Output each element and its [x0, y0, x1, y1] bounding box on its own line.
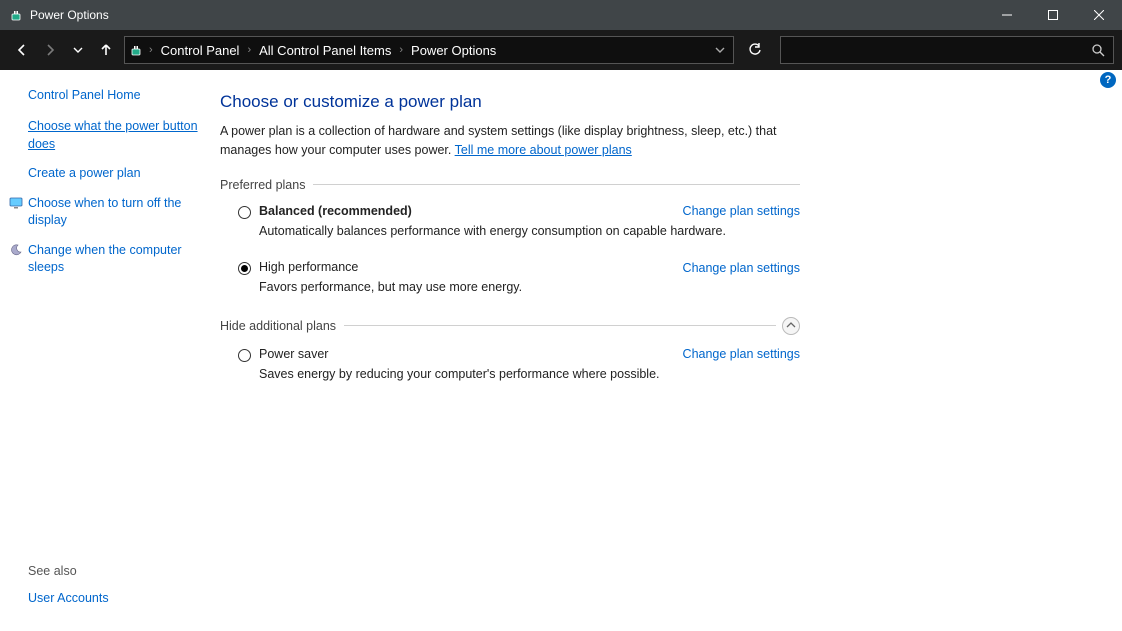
- sidebar-link-power-button[interactable]: Choose what the power button does: [28, 118, 200, 153]
- plan-description: Automatically balances performance with …: [259, 223, 800, 241]
- plan-title[interactable]: Power saver: [259, 347, 328, 361]
- sidebar-link-create-plan[interactable]: Create a power plan: [28, 165, 200, 183]
- preferred-plans-group: Preferred plans Balanced (recommended) C…: [220, 178, 800, 297]
- intro-text: A power plan is a collection of hardware…: [220, 122, 800, 160]
- chevron-down-icon[interactable]: [715, 45, 725, 55]
- breadcrumb-bar[interactable]: › Control Panel › All Control Panel Item…: [124, 36, 734, 64]
- maximize-button[interactable]: [1030, 0, 1076, 30]
- chevron-right-icon[interactable]: ›: [245, 44, 253, 56]
- sidebar-link-sleep[interactable]: Change when the computer sleeps: [28, 242, 200, 277]
- group-label[interactable]: Hide additional plans: [220, 319, 344, 333]
- control-panel-home-link[interactable]: Control Panel Home: [28, 88, 200, 102]
- power-options-icon: [125, 43, 147, 57]
- plan-high-performance: High performance Change plan settings Fa…: [220, 260, 800, 297]
- plan-power-saver: Power saver Change plan settings Saves e…: [220, 347, 800, 384]
- additional-plans-group: Hide additional plans Power saver Change…: [220, 317, 800, 384]
- radio-balanced[interactable]: [238, 206, 251, 219]
- sidebar: Control Panel Home Choose what the power…: [0, 70, 210, 631]
- forward-button[interactable]: [36, 36, 64, 64]
- learn-more-link[interactable]: Tell me more about power plans: [455, 143, 632, 157]
- chevron-right-icon[interactable]: ›: [147, 44, 155, 56]
- window-title: Power Options: [30, 8, 109, 22]
- window-titlebar: Power Options: [0, 0, 1122, 30]
- recent-dropdown-button[interactable]: [64, 36, 92, 64]
- close-button[interactable]: [1076, 0, 1122, 30]
- plan-title[interactable]: High performance: [259, 260, 358, 274]
- plan-title[interactable]: Balanced (recommended): [259, 204, 412, 218]
- change-plan-settings-link[interactable]: Change plan settings: [683, 261, 800, 275]
- collapse-toggle-button[interactable]: [782, 317, 800, 335]
- search-icon: [1091, 43, 1105, 57]
- plan-balanced: Balanced (recommended) Change plan setti…: [220, 204, 800, 241]
- see-also-label: See also: [28, 564, 200, 578]
- up-button[interactable]: [92, 36, 120, 64]
- change-plan-settings-link[interactable]: Change plan settings: [683, 204, 800, 218]
- search-input[interactable]: [780, 36, 1114, 64]
- change-plan-settings-link[interactable]: Change plan settings: [683, 347, 800, 361]
- power-options-icon: [8, 7, 24, 23]
- refresh-button[interactable]: [740, 36, 770, 64]
- page-heading: Choose or customize a power plan: [220, 92, 800, 112]
- minimize-button[interactable]: [984, 0, 1030, 30]
- main-content: Choose or customize a power plan A power…: [210, 70, 830, 631]
- address-bar: › Control Panel › All Control Panel Item…: [0, 30, 1122, 70]
- chevron-right-icon[interactable]: ›: [397, 44, 405, 56]
- sidebar-link-turn-off-display[interactable]: Choose when to turn off the display: [28, 195, 200, 230]
- plan-description: Saves energy by reducing your computer's…: [259, 366, 800, 384]
- plan-description: Favors performance, but may use more ene…: [259, 279, 800, 297]
- display-icon: [9, 196, 23, 210]
- group-label: Preferred plans: [220, 178, 313, 192]
- moon-icon: [9, 243, 23, 257]
- help-icon[interactable]: ?: [1100, 72, 1116, 88]
- breadcrumb-item[interactable]: Control Panel: [155, 37, 246, 63]
- sidebar-link-user-accounts[interactable]: User Accounts: [28, 590, 200, 608]
- radio-power-saver[interactable]: [238, 349, 251, 362]
- back-button[interactable]: [8, 36, 36, 64]
- breadcrumb-item[interactable]: All Control Panel Items: [253, 37, 397, 63]
- breadcrumb-item[interactable]: Power Options: [405, 37, 502, 63]
- radio-high-performance[interactable]: [238, 262, 251, 275]
